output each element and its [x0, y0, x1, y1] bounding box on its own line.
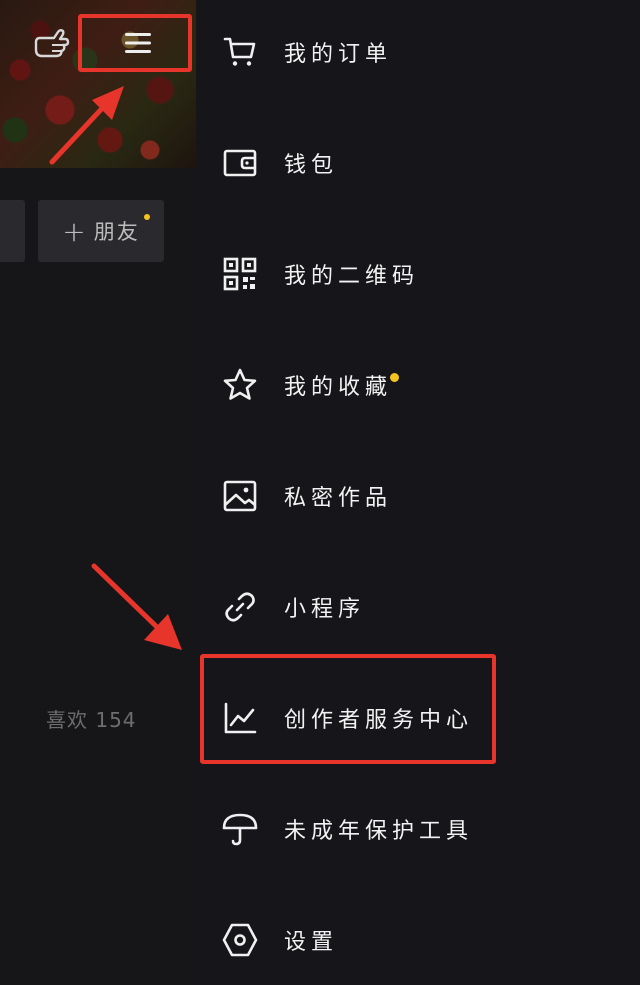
hamburger-menu-button[interactable]: [78, 14, 192, 72]
drawer-item-label: 未成年保护工具: [284, 819, 474, 844]
link-icon: [222, 589, 258, 625]
drawer-item-label: 小程序: [284, 597, 366, 622]
screen: + 朋友 喜欢 154 我的订单 钱包 我的二维码 我的收藏 私密作品 小程序 …: [0, 0, 640, 985]
likes-count[interactable]: 喜欢 154: [46, 704, 137, 733]
hamburger-icon: [125, 33, 151, 53]
plus-icon: +: [62, 214, 88, 248]
annotation-arrow-middle: [91, 563, 182, 650]
drawer-item-label: 我的收藏: [284, 369, 400, 401]
drawer-item-label: 我的二维码: [284, 264, 420, 289]
annotation-highlight-box: [200, 654, 496, 764]
drawer-item-settings[interactable]: 设置: [222, 910, 602, 970]
qr-code-icon: [222, 256, 258, 292]
drawer-item-wallet[interactable]: 钱包: [222, 133, 602, 193]
annotation-arrow-top: [49, 86, 124, 165]
wallet-icon: [222, 145, 258, 181]
drawer-item-favorites[interactable]: 我的收藏: [222, 355, 602, 415]
notification-dot: [144, 214, 150, 220]
hand-pointer-icon[interactable]: [32, 26, 70, 60]
image-icon: [222, 478, 258, 514]
umbrella-icon: [222, 811, 258, 847]
add-friend-button[interactable]: + 朋友: [38, 200, 164, 262]
drawer-item-label: 我的订单: [284, 42, 393, 67]
drawer-item-private-works[interactable]: 私密作品: [222, 466, 602, 526]
profile-tab-button[interactable]: [0, 200, 25, 262]
cart-icon: [222, 34, 258, 70]
new-badge-dot: [390, 373, 400, 382]
drawer-item-label: 设置: [284, 930, 339, 955]
add-friend-label: 朋友: [93, 220, 140, 244]
drawer-item-label: 钱包: [284, 153, 339, 178]
drawer-item-label: 私密作品: [284, 486, 393, 511]
drawer-item-minor-protection[interactable]: 未成年保护工具: [222, 799, 602, 859]
hexagon-settings-icon: [222, 922, 258, 958]
star-icon: [222, 367, 258, 403]
drawer-item-qr-code[interactable]: 我的二维码: [222, 244, 602, 304]
drawer-item-mini-programs[interactable]: 小程序: [222, 577, 602, 637]
drawer-item-orders[interactable]: 我的订单: [222, 22, 602, 82]
